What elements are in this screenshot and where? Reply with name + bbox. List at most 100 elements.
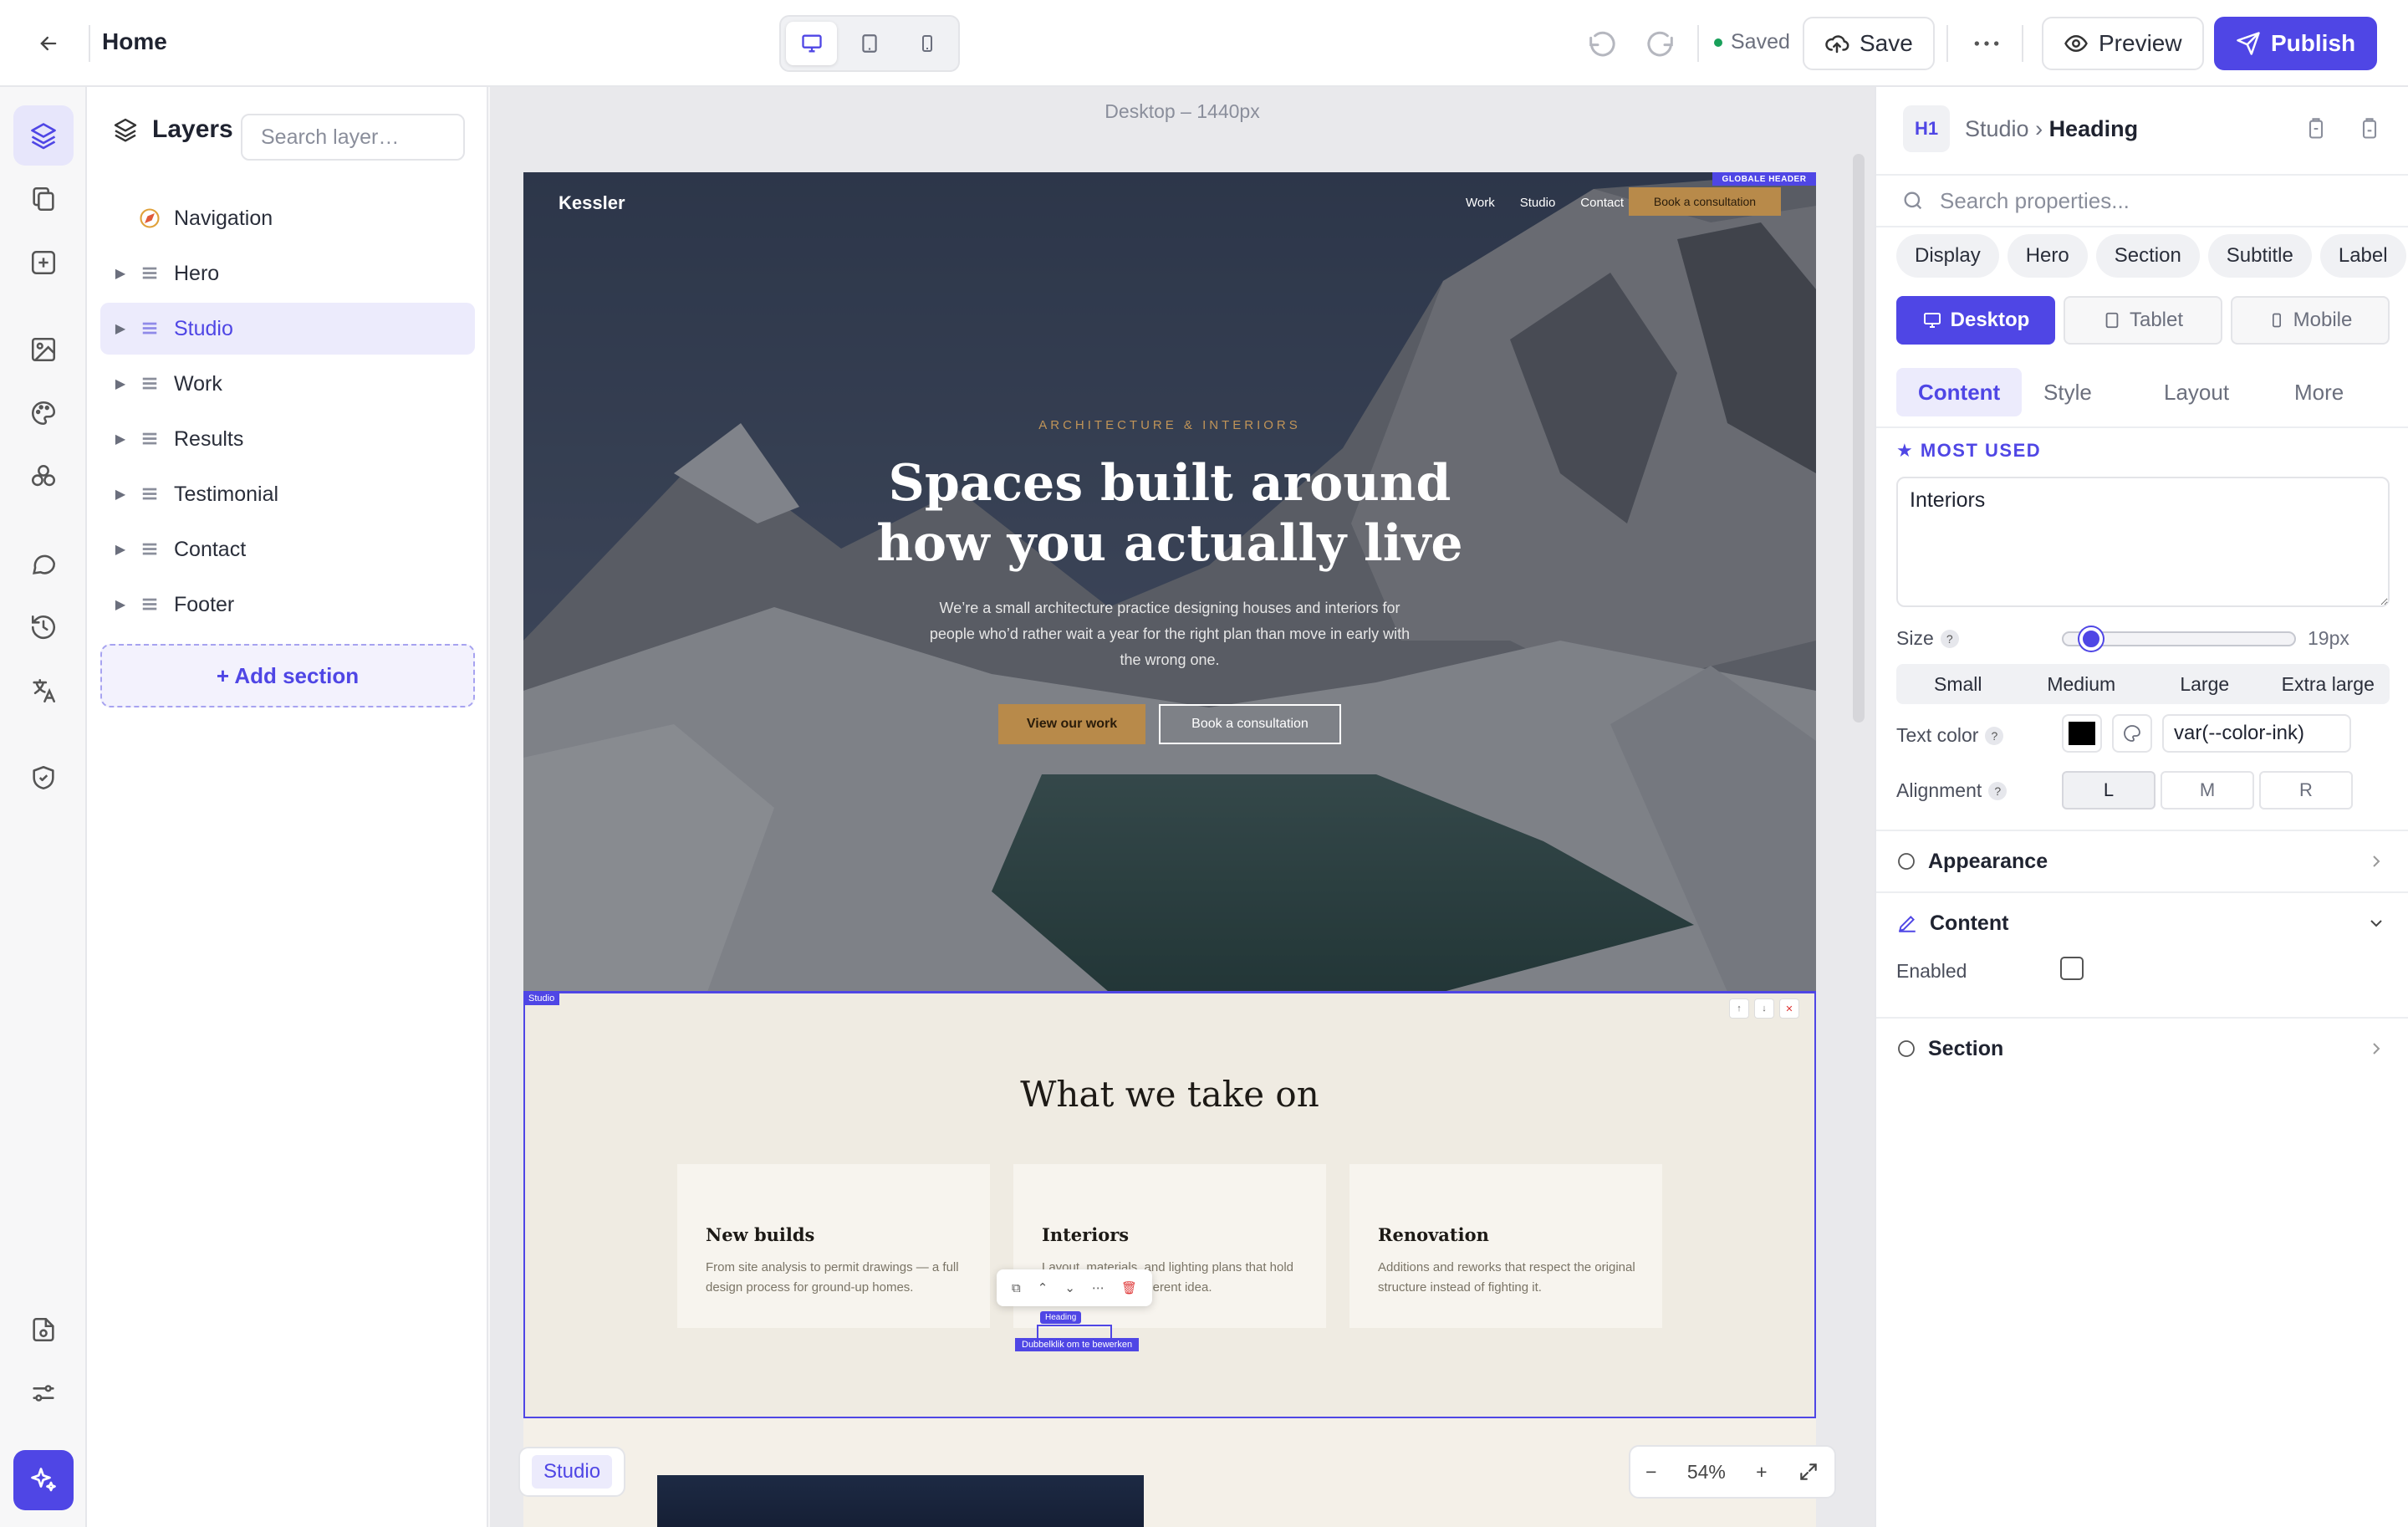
- chip-display[interactable]: Display: [1896, 234, 1999, 278]
- layers-icon[interactable]: [13, 105, 74, 166]
- help-icon[interactable]: ?: [1940, 629, 1959, 648]
- align-right[interactable]: R: [2259, 771, 2353, 809]
- image-icon[interactable]: [13, 319, 74, 380]
- appearance-accordion[interactable]: Appearance: [1876, 830, 2408, 891]
- nav-cta-button[interactable]: Book a consultation: [1629, 187, 1781, 216]
- expand-arrow-icon[interactable]: ▶: [107, 541, 134, 558]
- card-text[interactable]: Additions and reworks that respect the o…: [1378, 1258, 1645, 1298]
- delete-icon[interactable]: ✕: [1779, 998, 1799, 1019]
- translate-icon[interactable]: [13, 661, 74, 721]
- expand-arrow-icon[interactable]: ▶: [107, 596, 134, 613]
- chip-section[interactable]: Section: [2095, 234, 2200, 278]
- components-icon[interactable]: [13, 447, 74, 507]
- paste-style-icon[interactable]: [2358, 117, 2381, 140]
- book-consultation-button[interactable]: Book a consultation: [1159, 704, 1341, 744]
- zoom-out-icon[interactable]: −: [1645, 1461, 1656, 1484]
- publish-button[interactable]: Publish: [2214, 17, 2378, 70]
- size-small[interactable]: Small: [1896, 664, 2020, 704]
- move-up-icon[interactable]: ↑: [1729, 998, 1749, 1019]
- align-left[interactable]: L: [2062, 771, 2155, 809]
- mobile-view-icon[interactable]: [902, 22, 953, 65]
- tab-layout[interactable]: Layout: [2142, 368, 2251, 416]
- section-accordion[interactable]: Section: [1876, 1017, 2408, 1079]
- page-settings-icon[interactable]: [13, 1300, 74, 1360]
- breakpoint-tablet[interactable]: Tablet: [2064, 296, 2222, 345]
- breadcrumb-parent[interactable]: Studio: [1965, 116, 2029, 141]
- ai-assistant-icon[interactable]: [13, 1450, 74, 1510]
- studio-section[interactable]: Studio ↑ ↓ ✕ What we take on New builds …: [523, 991, 1816, 1419]
- tab-style[interactable]: Style: [2022, 368, 2114, 416]
- expand-arrow-icon[interactable]: ▶: [107, 320, 134, 337]
- nav-link-work[interactable]: Work: [1466, 196, 1495, 210]
- size-extra-large[interactable]: Extra large: [2267, 664, 2390, 704]
- palette-icon[interactable]: [13, 383, 74, 443]
- hero-headline[interactable]: Spaces built around how you actually liv…: [835, 453, 1504, 574]
- fullscreen-icon[interactable]: [1798, 1461, 1819, 1483]
- layer-search-input[interactable]: [241, 114, 465, 161]
- back-arrow-icon[interactable]: [32, 27, 65, 60]
- trash-icon[interactable]: 🗑: [1121, 1280, 1137, 1295]
- content-accordion[interactable]: Content: [1876, 891, 2408, 953]
- layer-item-contact[interactable]: ▶ Contact: [100, 523, 475, 575]
- chip-label[interactable]: Label: [2319, 234, 2406, 278]
- hero-eyebrow[interactable]: ARCHITECTURE & INTERIORS: [523, 418, 1816, 432]
- redo-icon[interactable]: [1644, 27, 1677, 60]
- card-title[interactable]: Interiors: [1042, 1224, 1129, 1245]
- sliders-icon[interactable]: [13, 1363, 74, 1423]
- zoom-in-icon[interactable]: +: [1756, 1461, 1767, 1484]
- comments-icon[interactable]: [13, 534, 74, 594]
- canvas-scrollbar[interactable]: [1853, 154, 1865, 723]
- current-section-indicator[interactable]: Studio: [518, 1447, 626, 1497]
- heading-text-input[interactable]: Interiors: [1896, 477, 2390, 607]
- breakpoint-mobile[interactable]: Mobile: [2231, 296, 2390, 345]
- shield-icon[interactable]: [13, 748, 74, 808]
- work-section[interactable]: [523, 1418, 1816, 1527]
- expand-arrow-icon[interactable]: ▶: [107, 486, 134, 503]
- service-card[interactable]: New builds From site analysis to permit …: [677, 1164, 990, 1328]
- palette-button[interactable]: [2112, 714, 2152, 753]
- layer-item-work[interactable]: ▶ Work: [100, 358, 475, 410]
- chevron-down-icon[interactable]: ⌄: [1064, 1280, 1075, 1295]
- zoom-level[interactable]: 54%: [1687, 1461, 1726, 1484]
- card-title[interactable]: New builds: [706, 1224, 814, 1245]
- move-down-icon[interactable]: ↓: [1754, 998, 1774, 1019]
- hero-section[interactable]: GLOBALE HEADER Kessler Work Studio Conta…: [523, 172, 1816, 992]
- duplicate-icon[interactable]: ⧉: [1012, 1281, 1021, 1295]
- expand-arrow-icon[interactable]: ▶: [107, 265, 134, 282]
- color-value-input[interactable]: var(--color-ink): [2162, 714, 2351, 753]
- expand-arrow-icon[interactable]: ▶: [107, 375, 134, 392]
- size-slider[interactable]: [2062, 627, 2296, 651]
- tab-content[interactable]: Content: [1896, 368, 2023, 416]
- nav-link-studio[interactable]: Studio: [1520, 196, 1556, 210]
- breakpoint-desktop[interactable]: Desktop: [1896, 296, 2055, 345]
- nav-link-contact[interactable]: Contact: [1580, 196, 1624, 210]
- chevron-up-icon[interactable]: ⌃: [1038, 1280, 1048, 1295]
- chip-hero[interactable]: Hero: [2007, 234, 2088, 278]
- layer-item-navigation[interactable]: Navigation: [100, 192, 475, 244]
- pages-icon[interactable]: [13, 169, 74, 229]
- undo-icon[interactable]: [1585, 27, 1619, 60]
- section-heading[interactable]: What we take on: [523, 1074, 1816, 1115]
- help-icon[interactable]: ?: [1985, 726, 2004, 745]
- expand-arrow-icon[interactable]: ▶: [107, 431, 134, 447]
- preview-button[interactable]: Preview: [2042, 17, 2204, 70]
- layer-item-studio[interactable]: ▶ Studio: [100, 303, 475, 355]
- service-card[interactable]: Renovation Additions and reworks that re…: [1349, 1164, 1662, 1328]
- property-search-input[interactable]: [1940, 187, 2358, 214]
- save-button[interactable]: Save: [1803, 17, 1935, 70]
- align-middle[interactable]: M: [2161, 771, 2254, 809]
- size-large[interactable]: Large: [2143, 664, 2267, 704]
- view-work-button[interactable]: View our work: [998, 704, 1145, 744]
- hero-subtext[interactable]: We’re a small architecture practice desi…: [919, 595, 1421, 673]
- color-swatch[interactable]: [2062, 714, 2102, 753]
- add-section-button[interactable]: + Add section: [100, 644, 475, 707]
- layer-item-results[interactable]: ▶ Results: [100, 413, 475, 465]
- help-icon[interactable]: ?: [1988, 781, 2008, 800]
- layer-item-hero[interactable]: ▶ Hero: [100, 248, 475, 299]
- size-medium[interactable]: Medium: [2020, 664, 2144, 704]
- chip-subtitle[interactable]: Subtitle: [2207, 234, 2312, 278]
- history-icon[interactable]: [13, 597, 74, 657]
- add-element-icon[interactable]: [13, 232, 74, 293]
- slider-thumb[interactable]: [2079, 627, 2103, 651]
- desktop-view-icon[interactable]: [786, 22, 838, 65]
